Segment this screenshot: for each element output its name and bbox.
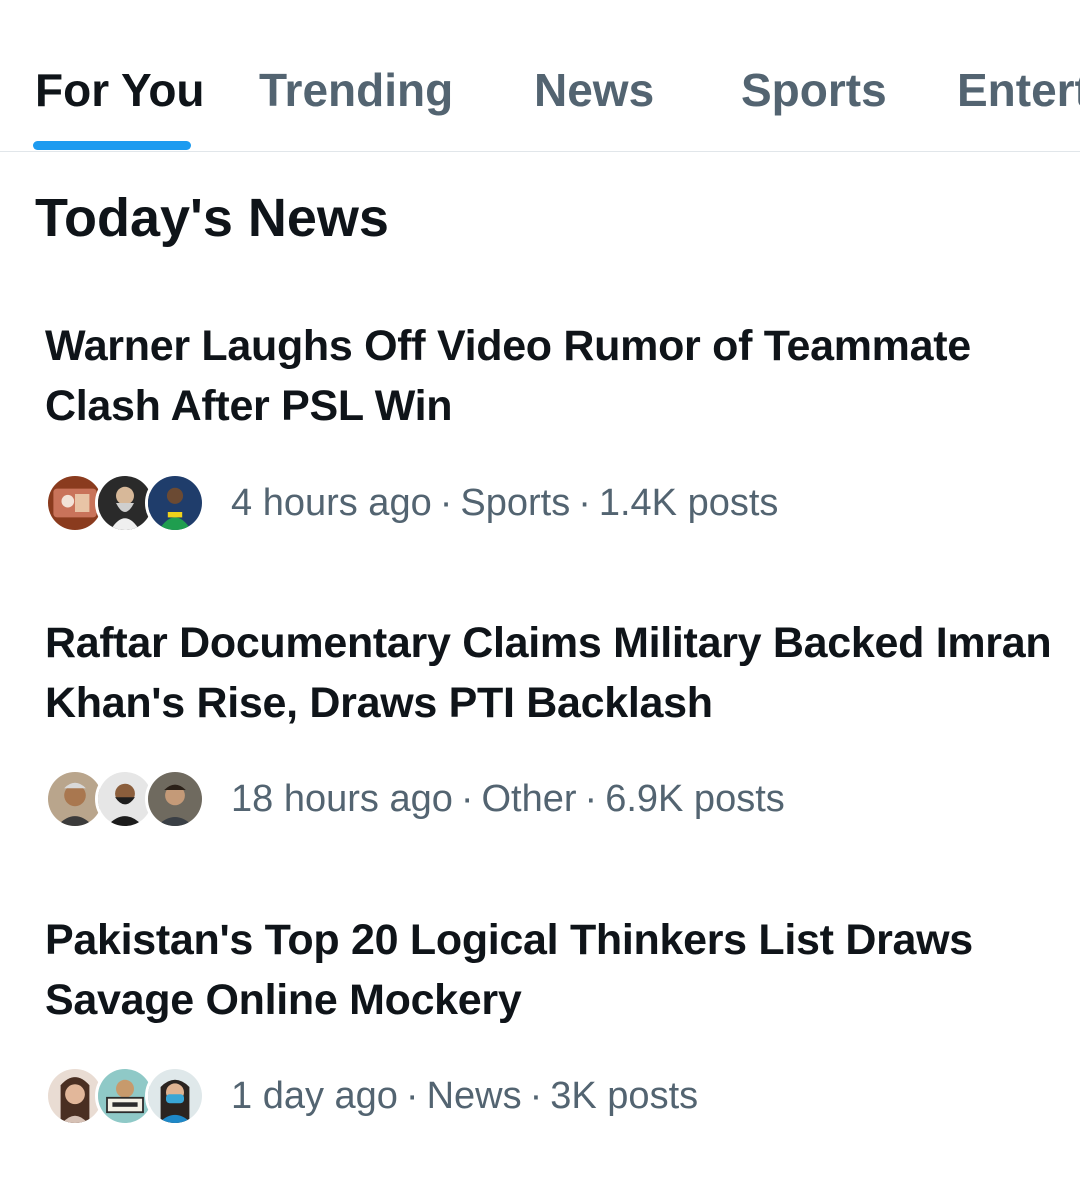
avatar (145, 473, 205, 533)
avatar-image-icon (148, 476, 202, 530)
meta-separator: · (578, 482, 591, 524)
news-headline[interactable]: Pakistan's Top 20 Logical Thinkers List … (45, 910, 1055, 1030)
avatar-image-icon (98, 476, 152, 530)
tab-entertainment[interactable]: Entert (957, 62, 1080, 118)
news-post-count: 3K posts (550, 1075, 699, 1117)
news-time: 1 day ago (231, 1075, 398, 1117)
news-category: Sports (460, 482, 571, 524)
news-category: Other (481, 778, 577, 820)
avatar-image-icon (48, 772, 102, 826)
news-headline[interactable]: Warner Laughs Off Video Rumor of Teammat… (45, 316, 1055, 436)
tab-news[interactable]: News (534, 62, 654, 118)
avatar-image-icon (98, 1069, 152, 1123)
avatar-image-icon (48, 476, 102, 530)
news-category: News (426, 1075, 522, 1117)
news-meta: 4 hours ago · Sports · 1.4K posts (231, 480, 778, 526)
tab-sports[interactable]: Sports (741, 62, 887, 118)
explore-page: For You Trending News Sports Entert Toda… (0, 0, 1080, 1182)
news-meta-row: 1 day ago · News · 3K posts (45, 1065, 698, 1127)
news-post-count: 1.4K posts (598, 482, 779, 524)
news-headline[interactable]: Raftar Documentary Claims Military Backe… (45, 613, 1055, 733)
news-time: 18 hours ago (231, 778, 453, 820)
meta-separator: · (460, 778, 474, 820)
tab-for-you[interactable]: For You (35, 62, 205, 118)
active-tab-indicator (33, 141, 191, 150)
news-meta-row: 18 hours ago · Other · 6.9K posts (45, 768, 785, 830)
avatar-image-icon (148, 1069, 202, 1123)
meta-separator: · (405, 1075, 419, 1117)
avatar-image-icon (48, 1069, 102, 1123)
meta-separator: · (439, 482, 453, 524)
news-time: 4 hours ago (231, 482, 432, 524)
meta-separator: · (529, 1075, 543, 1117)
avatar (145, 1066, 205, 1126)
news-item[interactable]: Warner Laughs Off Video Rumor of Teammat… (45, 316, 1055, 533)
avatar-stack (45, 1065, 207, 1127)
avatar (145, 769, 205, 829)
meta-separator: · (584, 778, 598, 820)
avatar-image-icon (98, 772, 152, 826)
tab-bar: For You Trending News Sports Entert (0, 0, 1080, 152)
news-meta: 18 hours ago · Other · 6.9K posts (231, 776, 785, 822)
section-title: Today's News (35, 188, 389, 248)
avatar-stack (45, 768, 207, 830)
news-item[interactable]: Raftar Documentary Claims Military Backe… (45, 613, 1055, 829)
news-post-count: 6.9K posts (605, 778, 785, 820)
tab-trending[interactable]: Trending (259, 62, 453, 118)
news-meta-row: 4 hours ago · Sports · 1.4K posts (45, 472, 778, 534)
avatar-image-icon (148, 772, 202, 826)
avatar-stack (45, 472, 207, 534)
news-item[interactable]: Pakistan's Top 20 Logical Thinkers List … (45, 910, 1055, 1126)
news-meta: 1 day ago · News · 3K posts (231, 1073, 698, 1119)
